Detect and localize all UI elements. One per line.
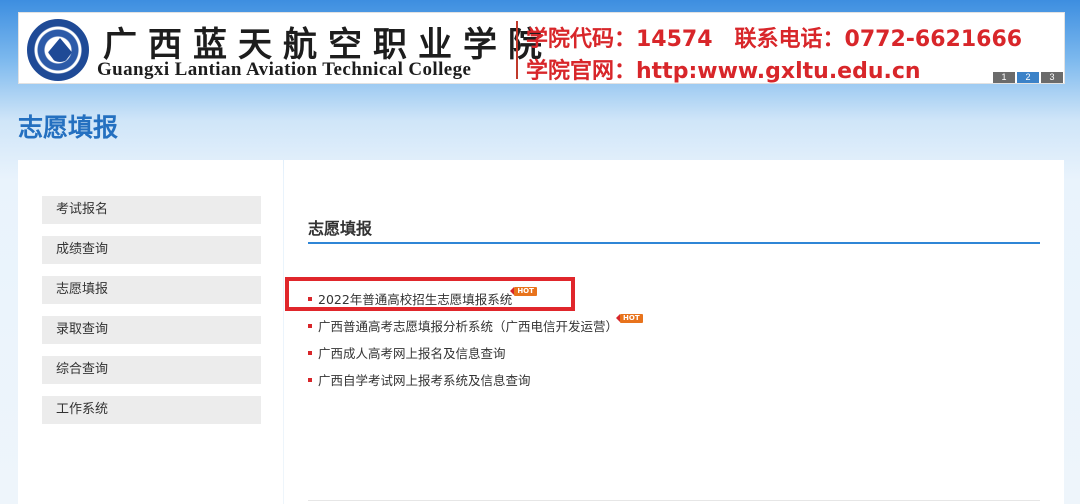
main-panel: 志愿填报 2022年普通高校招生志愿填报系统 HOT 广西普通高考志愿填报分析系…: [284, 160, 1064, 504]
highlight-annotation-box: [285, 277, 575, 311]
pager-button-1[interactable]: 1: [993, 72, 1015, 83]
college-website: 学院官网：http:www.gxltu.edu.cn: [526, 59, 921, 84]
sidebar-item-application-filling[interactable]: 志愿填报: [42, 276, 261, 304]
list-item: 广西成人高考网上报名及信息查询: [308, 343, 506, 362]
list-item: 广西普通高考志愿填报分析系统（广西电信开发运营） HOT: [308, 314, 643, 335]
college-emblem-icon: [27, 19, 89, 81]
square-bullet-icon: [308, 350, 312, 355]
header-banner: 广西蓝天航空职业学院 Guangxi Lantian Aviation Tech…: [18, 12, 1065, 84]
emblem-bird-icon: [48, 38, 72, 62]
link-self-study-exam-system[interactable]: 广西自学考试网上报考系统及信息查询: [318, 370, 531, 389]
college-code-phone: 学院代码：14574 联系电话：0772-6621666: [526, 27, 1023, 52]
link-adult-exam-registration[interactable]: 广西成人高考网上报名及信息查询: [318, 343, 506, 362]
section-title: 志愿填报: [308, 219, 373, 238]
sidebar-item-general-query[interactable]: 综合查询: [42, 356, 261, 384]
page-title: 志愿填报: [18, 113, 119, 142]
sidebar-item-score-query[interactable]: 成绩查询: [42, 236, 261, 264]
section-title-underline: [308, 242, 1040, 244]
pager-button-2[interactable]: 2: [1017, 72, 1039, 83]
sidebar-item-work-system[interactable]: 工作系统: [42, 396, 261, 424]
college-name-en: Guangxi Lantian Aviation Technical Colle…: [97, 59, 472, 80]
banner-pager: 1 2 3: [993, 72, 1063, 83]
panel-bottom-divider: [308, 500, 1040, 501]
pager-button-3[interactable]: 3: [1041, 72, 1063, 83]
banner-divider: [516, 21, 518, 79]
square-bullet-icon: [308, 377, 312, 382]
square-bullet-icon: [308, 323, 312, 328]
sidebar: 考试报名 成绩查询 志愿填报 录取查询 综合查询 工作系统: [18, 160, 283, 504]
hot-badge-icon: HOT: [616, 314, 643, 323]
link-application-analysis-system[interactable]: 广西普通高考志愿填报分析系统（广西电信开发运营）: [318, 316, 618, 335]
sidebar-item-admission-query[interactable]: 录取查询: [42, 316, 261, 344]
list-item: 广西自学考试网上报考系统及信息查询: [308, 370, 531, 389]
sidebar-item-exam-registration[interactable]: 考试报名: [42, 196, 261, 224]
